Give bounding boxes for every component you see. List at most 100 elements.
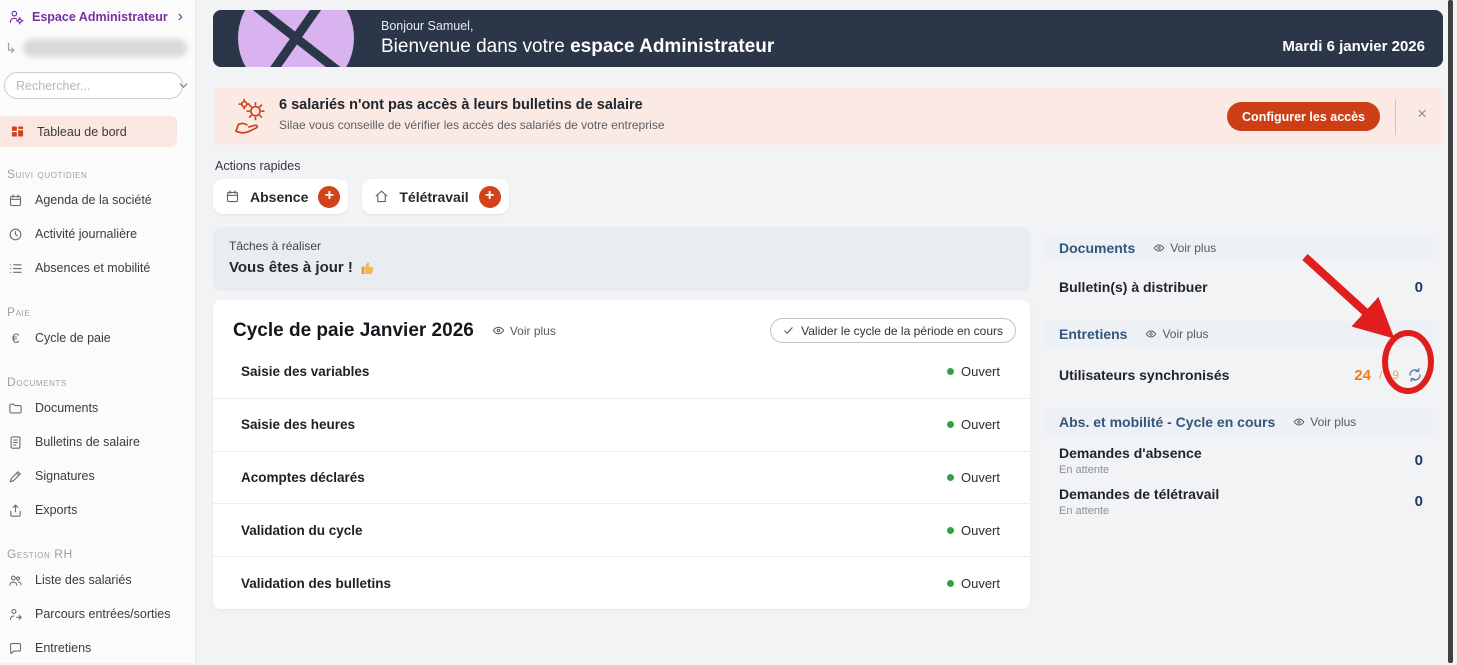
sidebar: Espace Administrateur › ↳ Tableau de bor… — [0, 0, 196, 663]
sidebar-item-label: Tableau de bord — [37, 124, 127, 139]
chevron-right-icon[interactable]: › — [178, 9, 187, 25]
sidebar-item-label: Signatures — [35, 469, 95, 483]
bulletins-a-distribuer-row[interactable]: Bulletin(s) à distribuer 0 — [1045, 273, 1433, 301]
add-teletravail-button[interactable]: Télétravail + — [362, 179, 509, 214]
sidebar-item-absences[interactable]: Absences et mobilité — [0, 251, 195, 285]
cycle-row-saisie-heures[interactable]: Saisie des heures Ouvert — [213, 397, 1030, 451]
workspace-switcher[interactable]: Espace Administrateur › — [0, 0, 195, 25]
sidebar-item-label: Bulletins de salaire — [35, 435, 140, 449]
documents-section-header: Documents Voir plus — [1045, 235, 1433, 261]
green-dot-icon — [946, 473, 954, 481]
payslip-icon — [7, 435, 24, 450]
plus-icon: + — [478, 185, 501, 208]
scrollbar-track[interactable] — [1446, 0, 1457, 663]
abs-mobilite-section-header: Abs. et mobilité - Cycle en cours Voir p… — [1045, 409, 1433, 435]
sidebar-search[interactable] — [4, 72, 188, 99]
return-arrow-icon: ↳ — [5, 39, 17, 56]
cycle-row-acomptes[interactable]: Acomptes déclarés Ouvert — [213, 450, 1030, 504]
row-value: 0 — [1414, 452, 1423, 469]
sidebar-item-signatures[interactable]: Signatures — [0, 459, 195, 493]
sync-value: 24 / 19 — [1354, 367, 1423, 384]
status-badge: Ouvert — [946, 364, 1000, 379]
alert-texts: 6 salariés n'ont pas accès à leurs bulle… — [279, 97, 665, 132]
workspace-label: Espace Administrateur — [32, 10, 168, 24]
voir-plus-link[interactable]: Voir plus — [1153, 241, 1216, 255]
sidebar-item-liste-salaries[interactable]: Liste des salariés — [0, 563, 195, 597]
status-badge: Ouvert — [946, 576, 1000, 591]
greeting-block: Bonjour Samuel, Bienvenue dans votre esp… — [381, 19, 774, 58]
euro-icon: € — [11, 330, 20, 346]
sidebar-item-label: Liste des salariés — [35, 573, 132, 587]
sidebar-item-bulletins[interactable]: Bulletins de salaire — [0, 425, 195, 459]
sidebar-item-label: Activité journalière — [35, 227, 138, 241]
eye-icon — [1145, 328, 1157, 340]
sidebar-section-title: Gestion RH — [7, 547, 73, 561]
signature-pen-icon — [7, 469, 24, 484]
cycle-row-label: Acomptes déclarés — [241, 469, 365, 485]
synced-total: / 19 — [1378, 368, 1399, 382]
greeting-small: Bonjour Samuel, — [381, 19, 474, 33]
scrollbar-thumb[interactable] — [1448, 0, 1453, 663]
home-icon — [374, 189, 389, 204]
check-icon — [783, 325, 794, 336]
voir-plus-link[interactable]: Voir plus — [492, 324, 556, 338]
voir-plus-link[interactable]: Voir plus — [1293, 415, 1356, 429]
section-title: Entretiens — [1059, 326, 1128, 342]
voir-plus-link[interactable]: Voir plus — [1145, 327, 1209, 341]
chevron-down-icon[interactable] — [177, 79, 190, 92]
sidebar-item-label: Absences et mobilité — [35, 261, 151, 275]
sidebar-item-documents[interactable]: Documents — [0, 391, 195, 425]
sidebar-item-parcours[interactable]: Parcours entrées/sorties — [0, 597, 195, 631]
add-absence-button[interactable]: Absence + — [213, 179, 349, 214]
green-dot-icon — [946, 421, 954, 429]
welcome-banner: Bonjour Samuel, Bienvenue dans votre esp… — [213, 10, 1443, 67]
close-icon[interactable]: × — [1417, 105, 1427, 122]
sidebar-item-exports[interactable]: Exports — [0, 493, 195, 527]
sidebar-item-cycle-paie[interactable]: € Cycle de paie — [0, 321, 195, 355]
search-input[interactable] — [16, 78, 177, 93]
eye-icon — [492, 324, 505, 337]
sidebar-item-activite[interactable]: Activité journalière — [0, 217, 195, 251]
demandes-teletravail-row[interactable]: Demandes de télétravail En attente 0 — [1045, 486, 1433, 517]
cycle-row-saisie-variables[interactable]: Saisie des variables Ouvert — [213, 346, 1030, 398]
row-value: 0 — [1414, 278, 1423, 296]
cycle-row-label: Validation du cycle — [241, 522, 363, 538]
hand-gears-icon — [233, 97, 273, 137]
sidebar-item-dashboard[interactable]: Tableau de bord — [0, 116, 177, 147]
sidebar-item-label: Cycle de paie — [35, 331, 111, 345]
row-label: Demandes de télétravail — [1059, 486, 1220, 502]
tasks-label: Tâches à réaliser — [229, 239, 322, 253]
button-label: Télétravail — [399, 188, 469, 205]
voir-plus-label: Voir plus — [1310, 415, 1357, 429]
row-sublabel: En attente — [1059, 505, 1110, 517]
alert-divider — [1395, 99, 1396, 135]
validate-cycle-button[interactable]: Valider le cycle de la période en cours — [770, 318, 1016, 343]
green-dot-icon — [946, 526, 954, 534]
cycle-row-label: Saisie des variables — [241, 364, 370, 380]
payslip-access-alert: 6 salariés n'ont pas accès à leurs bulle… — [213, 88, 1443, 145]
eye-icon — [1293, 416, 1305, 428]
cycle-row-validation-cycle[interactable]: Validation du cycle Ouvert — [213, 503, 1030, 556]
utilisateurs-synchronises-row[interactable]: Utilisateurs synchronisés 24 / 19 — [1045, 361, 1433, 389]
green-dot-icon — [946, 579, 954, 587]
sidebar-item-entretiens[interactable]: Entretiens — [0, 631, 195, 665]
status-badge: Ouvert — [946, 470, 1000, 485]
cycle-row-label: Saisie des heures — [241, 417, 356, 433]
synced-count: 24 — [1354, 366, 1371, 384]
list-icon — [7, 261, 24, 276]
configure-access-button[interactable]: Configurer les accès — [1227, 102, 1380, 131]
demandes-absence-row[interactable]: Demandes d'absence En attente 0 — [1045, 445, 1433, 476]
cycle-row-validation-bulletins[interactable]: Validation des bulletins Ouvert — [213, 556, 1030, 609]
status-badge: Ouvert — [946, 523, 1000, 538]
sidebar-item-agenda[interactable]: Agenda de la société — [0, 183, 195, 217]
calendar-icon — [7, 193, 24, 208]
cycle-card-header: Cycle de paie Janvier 2026 Voir plus Val… — [213, 300, 1030, 346]
sidebar-item-label: Parcours entrées/sorties — [35, 607, 171, 621]
sync-icon[interactable] — [1407, 367, 1423, 383]
row-value: 0 — [1414, 493, 1423, 510]
cycle-rows: Saisie des variables Ouvert Saisie des h… — [213, 346, 1030, 609]
plus-icon: + — [318, 185, 341, 208]
voir-plus-label: Voir plus — [1162, 327, 1209, 341]
folder-icon — [7, 401, 24, 416]
button-label: Absence — [250, 188, 309, 205]
